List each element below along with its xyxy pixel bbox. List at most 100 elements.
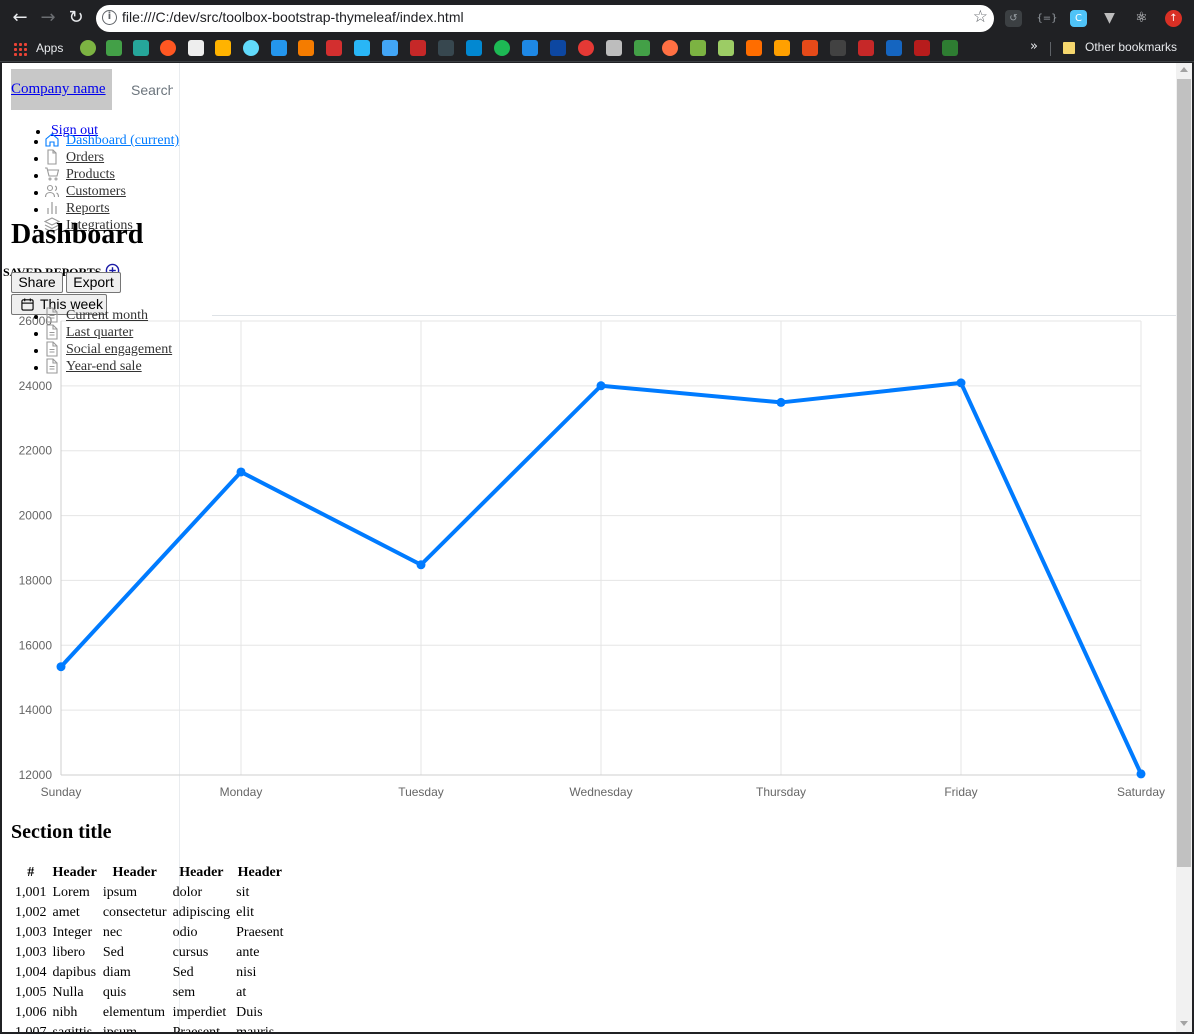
extension-sync-icon[interactable]: ↺ <box>1005 10 1022 27</box>
address-url[interactable]: file:///C:/dev/src/toolbox-bootstrap-thy… <box>122 9 464 25</box>
sidebar-nav-item-label[interactable]: Reports <box>66 201 110 217</box>
bookmark-frog-icon[interactable] <box>106 40 122 56</box>
scrollbar-thumb[interactable] <box>1177 79 1191 867</box>
table-cell: sem <box>172 985 196 1000</box>
data-point <box>416 560 426 570</box>
saved-report-item-label[interactable]: Social engagement <box>66 342 172 358</box>
line-chart-svg: 1200014000160001800020000220002400026000… <box>19 314 1165 799</box>
scroll-up-arrow-icon[interactable] <box>1180 67 1188 72</box>
address-bar[interactable]: i file:///C:/dev/src/toolbox-bootstrap-t… <box>96 5 994 32</box>
bookmark-badge-icon[interactable] <box>914 40 930 56</box>
info-icon[interactable]: i <box>102 10 117 25</box>
table-cell: cursus <box>172 945 209 960</box>
data-point <box>956 378 966 388</box>
bookmark-udemy-icon[interactable] <box>326 40 342 56</box>
bookmark-doc-icon[interactable] <box>188 40 204 56</box>
bookmark-star-icon[interactable]: ☆ <box>973 7 988 27</box>
table-cell: 1,003 <box>15 945 47 960</box>
bookmark-fire-icon[interactable] <box>942 40 958 56</box>
bookmark-infinity-icon[interactable] <box>382 40 398 56</box>
saved-report-item-label[interactable]: Current month <box>66 308 148 324</box>
bookmark-docker-icon[interactable] <box>271 40 287 56</box>
bookmark-h-icon[interactable] <box>690 40 706 56</box>
extension-update-icon[interactable]: ↑ <box>1165 10 1182 27</box>
export-button[interactable]: Export <box>66 272 121 293</box>
table-header-cell: Header <box>237 865 282 880</box>
sidebar-nav-item-label[interactable]: Dashboard (current) <box>66 133 179 149</box>
bookmark-box-icon[interactable] <box>215 40 231 56</box>
list-bullet <box>34 349 38 353</box>
bookmark-wave-icon[interactable] <box>466 40 482 56</box>
extension-v-icon[interactable]: ▼ <box>1101 10 1118 27</box>
x-tick-label: Friday <box>944 785 977 799</box>
sidebar-nav-item-label[interactable]: Orders <box>66 150 104 166</box>
file-text-icon <box>46 358 58 374</box>
bookmark-spotify-icon[interactable] <box>494 40 510 56</box>
y-tick-label: 12000 <box>19 768 53 782</box>
reload-icon[interactable]: ↻ <box>65 7 87 29</box>
table-cell: nisi <box>236 965 257 980</box>
extension-json-icon[interactable]: {=} <box>1036 10 1058 27</box>
y-tick-label: 16000 <box>19 638 53 652</box>
file-text-icon <box>46 324 58 340</box>
bookmark-amazon-icon[interactable] <box>550 40 566 56</box>
bookmark-plus-icon[interactable] <box>578 40 594 56</box>
bookmark-play-icon[interactable] <box>662 40 678 56</box>
table-cell: 1,006 <box>15 1005 47 1020</box>
back-arrow-icon[interactable]: ← <box>9 7 31 29</box>
bookmark-shield-u-icon[interactable] <box>774 40 790 56</box>
bookmark-react-icon[interactable] <box>243 40 259 56</box>
forward-arrow-icon[interactable]: → <box>37 7 59 29</box>
bookmark-edx-icon[interactable] <box>410 40 426 56</box>
bookmark-soundcloud-icon[interactable] <box>746 40 762 56</box>
bookmarks-bar: Apps <box>0 37 1194 62</box>
brand-link[interactable]: Company name <box>11 81 106 98</box>
bookmark-leaf-icon[interactable] <box>80 40 96 56</box>
bookmark-paw-icon[interactable] <box>606 40 622 56</box>
list-bullet <box>34 174 38 178</box>
table-cell: nec <box>102 925 123 940</box>
bookmark-shield-icon[interactable] <box>133 40 149 56</box>
table-cell: at <box>236 985 247 1000</box>
table-cell: 1,004 <box>15 965 47 980</box>
table-cell: ante <box>236 945 260 960</box>
bookmark-square-icon[interactable] <box>718 40 734 56</box>
extension-react-icon[interactable]: ⚛ <box>1133 10 1150 27</box>
saved-report-item-label[interactable]: Last quarter <box>66 325 133 341</box>
bookmark-e-icon[interactable] <box>802 40 818 56</box>
search-input[interactable] <box>122 80 182 100</box>
file-text-icon <box>46 307 58 323</box>
bookmark-code-icon[interactable] <box>438 40 454 56</box>
bookmarks-separator <box>1050 42 1051 56</box>
bookmark-mlb-icon[interactable] <box>886 40 902 56</box>
vertical-scrollbar[interactable] <box>1176 63 1192 1032</box>
sidebar-nav-item-label[interactable]: Customers <box>66 184 126 200</box>
table-cell: odio <box>172 925 198 940</box>
bookmark-hex-icon[interactable] <box>634 40 650 56</box>
table-cell: 1,002 <box>15 905 47 920</box>
share-button[interactable]: Share <box>11 272 63 293</box>
y-tick-label: 18000 <box>19 573 53 587</box>
table-cell: consectetur <box>102 905 167 920</box>
other-bookmarks[interactable]: Other bookmarks <box>1085 40 1177 54</box>
bookmark-orange-icon[interactable] <box>298 40 314 56</box>
sidebar-nav-item-label[interactable]: Products <box>66 167 115 183</box>
scroll-down-arrow-icon[interactable] <box>1180 1021 1188 1026</box>
list-bullet <box>34 140 38 144</box>
table-cell: libero <box>52 945 86 960</box>
table-cell: dolor <box>172 885 203 900</box>
bookmark-u-icon[interactable] <box>354 40 370 56</box>
bookmark-reddit-icon[interactable] <box>160 40 176 56</box>
saved-report-item-label[interactable]: Year-end sale <box>66 359 142 375</box>
table-cell: dapibus <box>52 965 97 980</box>
table-row: 1,006 nibh elementum imperdiet Duis <box>13 1004 286 1022</box>
bookmark-red-icon[interactable] <box>858 40 874 56</box>
x-tick-label: Saturday <box>1117 785 1165 799</box>
table-row: 1,002 amet consectetur adipiscing elit <box>13 904 286 922</box>
bookmark-p-icon[interactable] <box>522 40 538 56</box>
bookmark-gray-icon[interactable] <box>830 40 846 56</box>
bookmarks-more-chevron[interactable]: » <box>1030 39 1038 54</box>
list-bullet <box>34 208 38 212</box>
extension-c-icon[interactable]: C <box>1070 10 1087 27</box>
list-bullet <box>34 191 38 195</box>
